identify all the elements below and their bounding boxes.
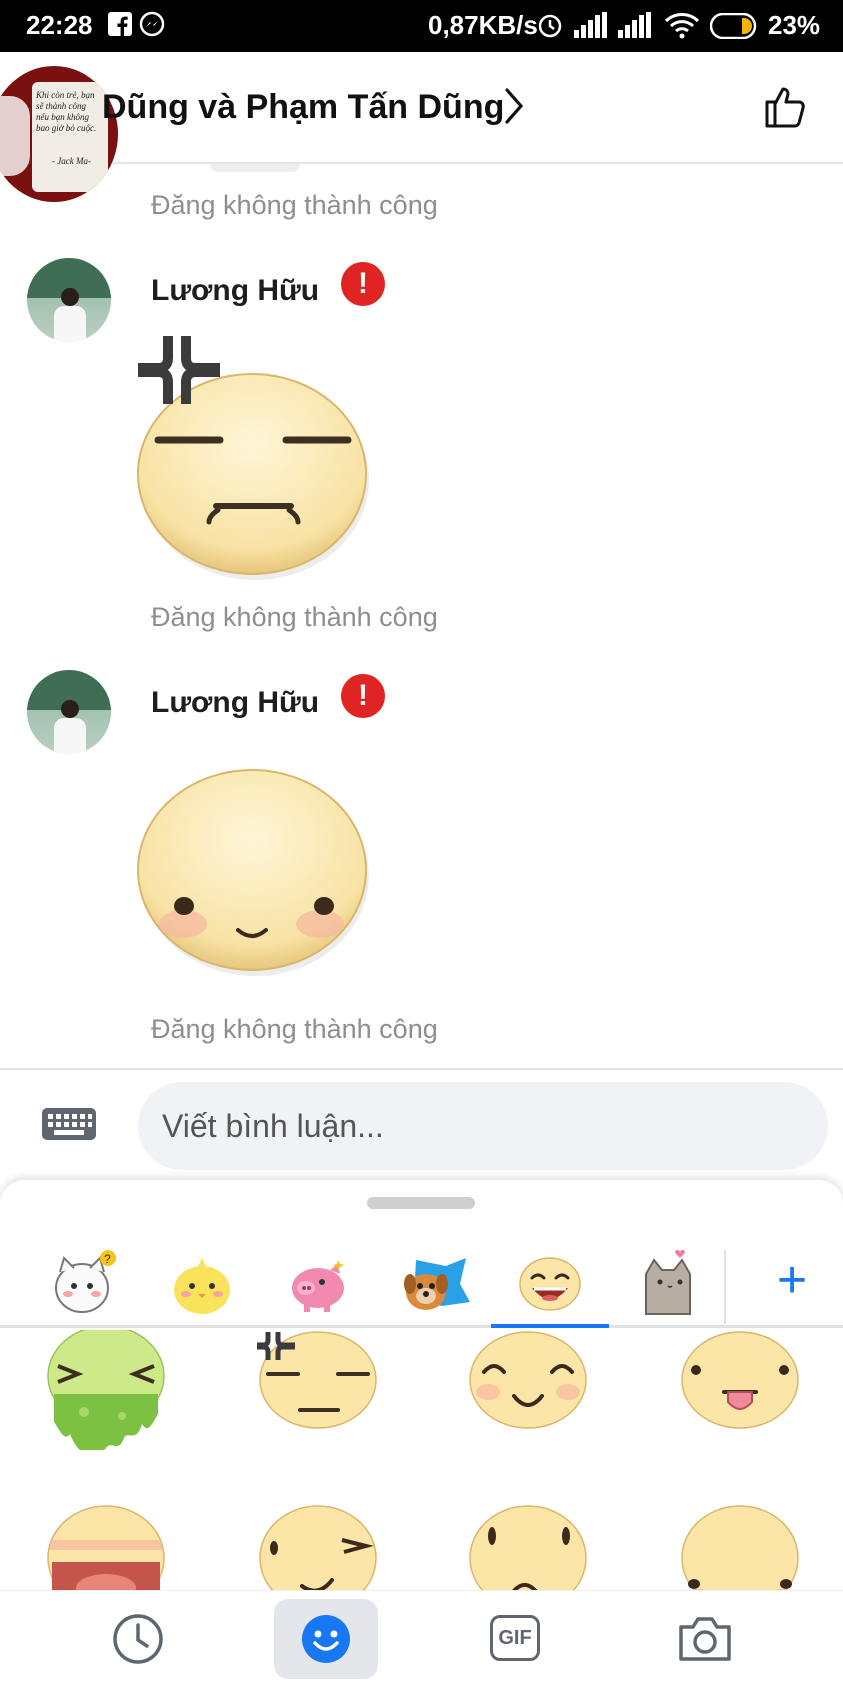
avatar-shirt [54,306,86,342]
tongue-out-face-sticker[interactable] [678,1330,802,1455]
chevron-right-icon[interactable] [502,86,526,131]
thumbs-up-icon[interactable] [762,82,810,135]
error-icon[interactable]: ! [341,674,385,718]
blushing-face-sticker[interactable] [678,1500,802,1590]
add-sticker-pack-button[interactable]: + [762,1250,822,1310]
sender-avatar[interactable] [27,670,111,754]
angry-face-sticker[interactable] [128,334,378,589]
message-status: Đăng không thành công [151,190,438,220]
conversation-header: Khi còn trẻ, bạn sẽ thành công nếu bạn k… [0,52,843,202]
camera-button[interactable] [652,1599,756,1679]
quote-line: sẽ thành công [36,101,86,111]
sender-name[interactable]: Lương Hữu [151,686,319,720]
conversation-title[interactable]: Dũng và Phạm Tấn Dũng [102,88,504,127]
avatar-person-shape [0,96,30,176]
gif-button[interactable]: GIF [462,1599,566,1679]
battery-icon [709,12,760,44]
happy-face-sticker[interactable] [466,1330,590,1455]
status-bar: 22:28 0,87KB/s 23% [0,0,843,52]
drag-handle[interactable] [367,1197,475,1209]
gif-icon: GIF [490,1615,540,1661]
message-status: Đăng không thành công [151,602,438,632]
tab-pig-sticker-pack[interactable] [260,1238,376,1328]
smiley-icon [300,1613,352,1670]
sticker-grid [0,1330,843,1590]
sticker-pack-tabs: ? + [0,1238,843,1328]
tab-cat-question-sticker-pack[interactable]: ? [26,1238,142,1328]
wifi-icon [664,11,700,44]
annoyed-face-sticker[interactable] [256,1330,380,1455]
tab-chick-sticker-pack[interactable] [144,1238,260,1328]
status-time: 22:28 [26,10,93,40]
shy-face-sticker[interactable] [128,766,378,991]
comment-composer [0,1068,843,1180]
error-icon[interactable]: ! [341,262,385,306]
tab-dog-sticker-pack[interactable] [376,1238,492,1328]
quote-line: Khi còn trẻ, bạn [36,90,95,100]
quote-line: nếu bạn không [36,112,89,122]
avatar-head [61,700,79,718]
comment-input[interactable] [138,1082,828,1170]
message-list: Đăng không thành công Lương Hữu ! Đăng k… [0,164,843,1066]
facebook-icon [108,12,132,41]
tab-pusheen-cat-sticker-pack[interactable] [610,1238,726,1328]
network-speed: 0,87KB/s [428,10,538,40]
sad-face-sticker[interactable] [466,1500,590,1590]
sticker-panel: ? + [0,1180,843,1590]
keyboard-icon[interactable] [42,1108,96,1145]
battery-percent: 23% [768,10,821,40]
recent-stickers-button[interactable] [86,1599,190,1679]
tabs-divider [724,1250,726,1324]
sender-avatar[interactable] [27,258,111,342]
svg-text:?: ? [104,1252,111,1266]
signal-icon [574,12,608,43]
sender-name[interactable]: Lương Hữu [151,274,319,308]
tab-smiley-face-sticker-pack[interactable] [492,1238,608,1328]
signal-icon-2 [618,12,652,43]
stickers-tab-button[interactable] [274,1599,378,1679]
avatar-shirt [54,718,86,754]
alarm-icon [536,11,564,44]
avatar-head [61,288,79,306]
winking-face-sticker[interactable] [256,1500,380,1590]
laughing-mouth-sticker[interactable] [44,1500,168,1590]
vomit-face-sticker[interactable] [44,1330,168,1455]
selected-tab-indicator [491,1324,609,1328]
clock-icon [112,1613,164,1670]
bottom-toolbar: GIF [0,1590,843,1686]
sticker-bottom-fragment [210,164,300,172]
quote-line: bao giờ bỏ cuộc. [36,123,97,133]
camera-icon [678,1613,732,1668]
message-status: Đăng không thành công [151,1014,438,1044]
messenger-icon [138,10,166,43]
